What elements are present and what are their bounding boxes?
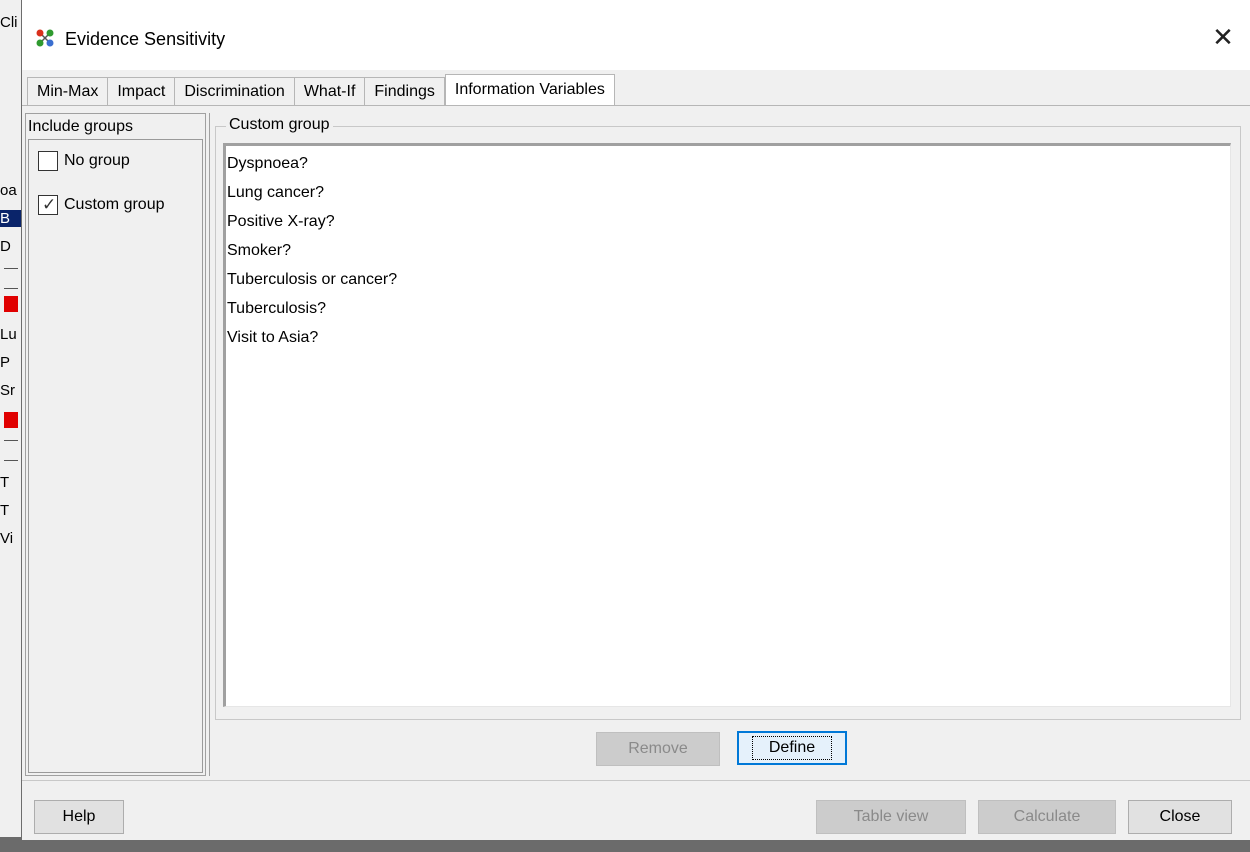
close-icon[interactable]: ✕ [1208,22,1238,52]
close-button[interactable]: Close [1128,800,1232,834]
dialog-client-area: Min-Max Impact Discrimination What-If Fi… [22,70,1250,840]
custom-group-checkbox[interactable]: ✓ [38,195,58,215]
background-fragment: Sr [0,382,15,399]
footer-divider [22,780,1250,781]
include-groups-panel: Include groups No group ✓ Custom group [25,113,206,776]
custom-group-fieldset: Custom group Dyspnoea? Lung cancer? Posi… [215,116,1241,720]
no-group-checkbox[interactable] [38,151,58,171]
list-item[interactable]: Dyspnoea? [226,149,1230,178]
tab-findings[interactable]: Findings [365,77,445,105]
background-fragment: Cli [0,14,18,31]
tab-discrimination[interactable]: Discrimination [175,77,295,105]
background-fragment: D [0,238,11,255]
define-button[interactable]: Define [737,731,847,765]
background-red-marker [4,296,18,312]
tab-strip: Min-Max Impact Discrimination What-If Fi… [27,73,615,106]
custom-group-list[interactable]: Dyspnoea? Lung cancer? Positive X-ray? S… [223,143,1231,707]
tab-impact[interactable]: Impact [108,77,176,105]
background-app-strip: Cli oa B D Lu P Sr T T Vi [0,0,22,852]
background-fragment: Vi [0,530,14,547]
list-item[interactable]: Positive X-ray? [226,207,1230,236]
no-group-checkbox-row[interactable]: No group [38,151,130,171]
tab-what-if[interactable]: What-If [294,77,366,105]
background-fragment: oa [0,182,17,199]
list-item[interactable]: Tuberculosis or cancer? [226,265,1230,294]
custom-group-checkbox-row[interactable]: ✓ Custom group [38,195,165,215]
background-rule [4,288,18,289]
background-rule [4,440,18,441]
no-group-label: No group [64,152,130,169]
background-fragment: P [0,354,11,371]
list-item[interactable]: Tuberculosis? [226,294,1230,323]
background-fragment: T [0,474,10,491]
include-groups-header: Include groups [28,118,133,135]
include-groups-box [28,139,203,773]
background-fragment-selected: B [0,210,22,227]
remove-button[interactable]: Remove [596,732,720,766]
define-button-label: Define [751,736,833,760]
background-fragment: T [0,502,10,519]
evidence-sensitivity-dialog: Evidence Sensitivity ✕ Min-Max Impact Di… [21,0,1250,840]
calculate-button[interactable]: Calculate [978,800,1116,834]
custom-group-label: Custom group [64,196,165,213]
background-red-marker [4,412,18,428]
list-item[interactable]: Lung cancer? [226,178,1230,207]
background-fragment: Lu [0,326,17,343]
help-button[interactable]: Help [34,800,124,834]
background-rule [4,460,18,461]
tab-min-max[interactable]: Min-Max [27,77,109,105]
network-nodes-icon [35,28,55,48]
list-item[interactable]: Smoker? [226,236,1230,265]
window-title: Evidence Sensitivity [65,29,226,49]
title-bar[interactable]: Evidence Sensitivity ✕ [22,0,1250,70]
checkmark-icon: ✓ [42,195,57,214]
table-view-button[interactable]: Table view [816,800,966,834]
tab-information-variables[interactable]: Information Variables [444,74,615,106]
background-rule [4,268,18,269]
custom-group-panel: Custom group Dyspnoea? Lung cancer? Posi… [209,113,1248,776]
list-item[interactable]: Visit to Asia? [226,323,1230,352]
tab-divider [22,105,1250,106]
custom-group-legend: Custom group [226,116,333,134]
